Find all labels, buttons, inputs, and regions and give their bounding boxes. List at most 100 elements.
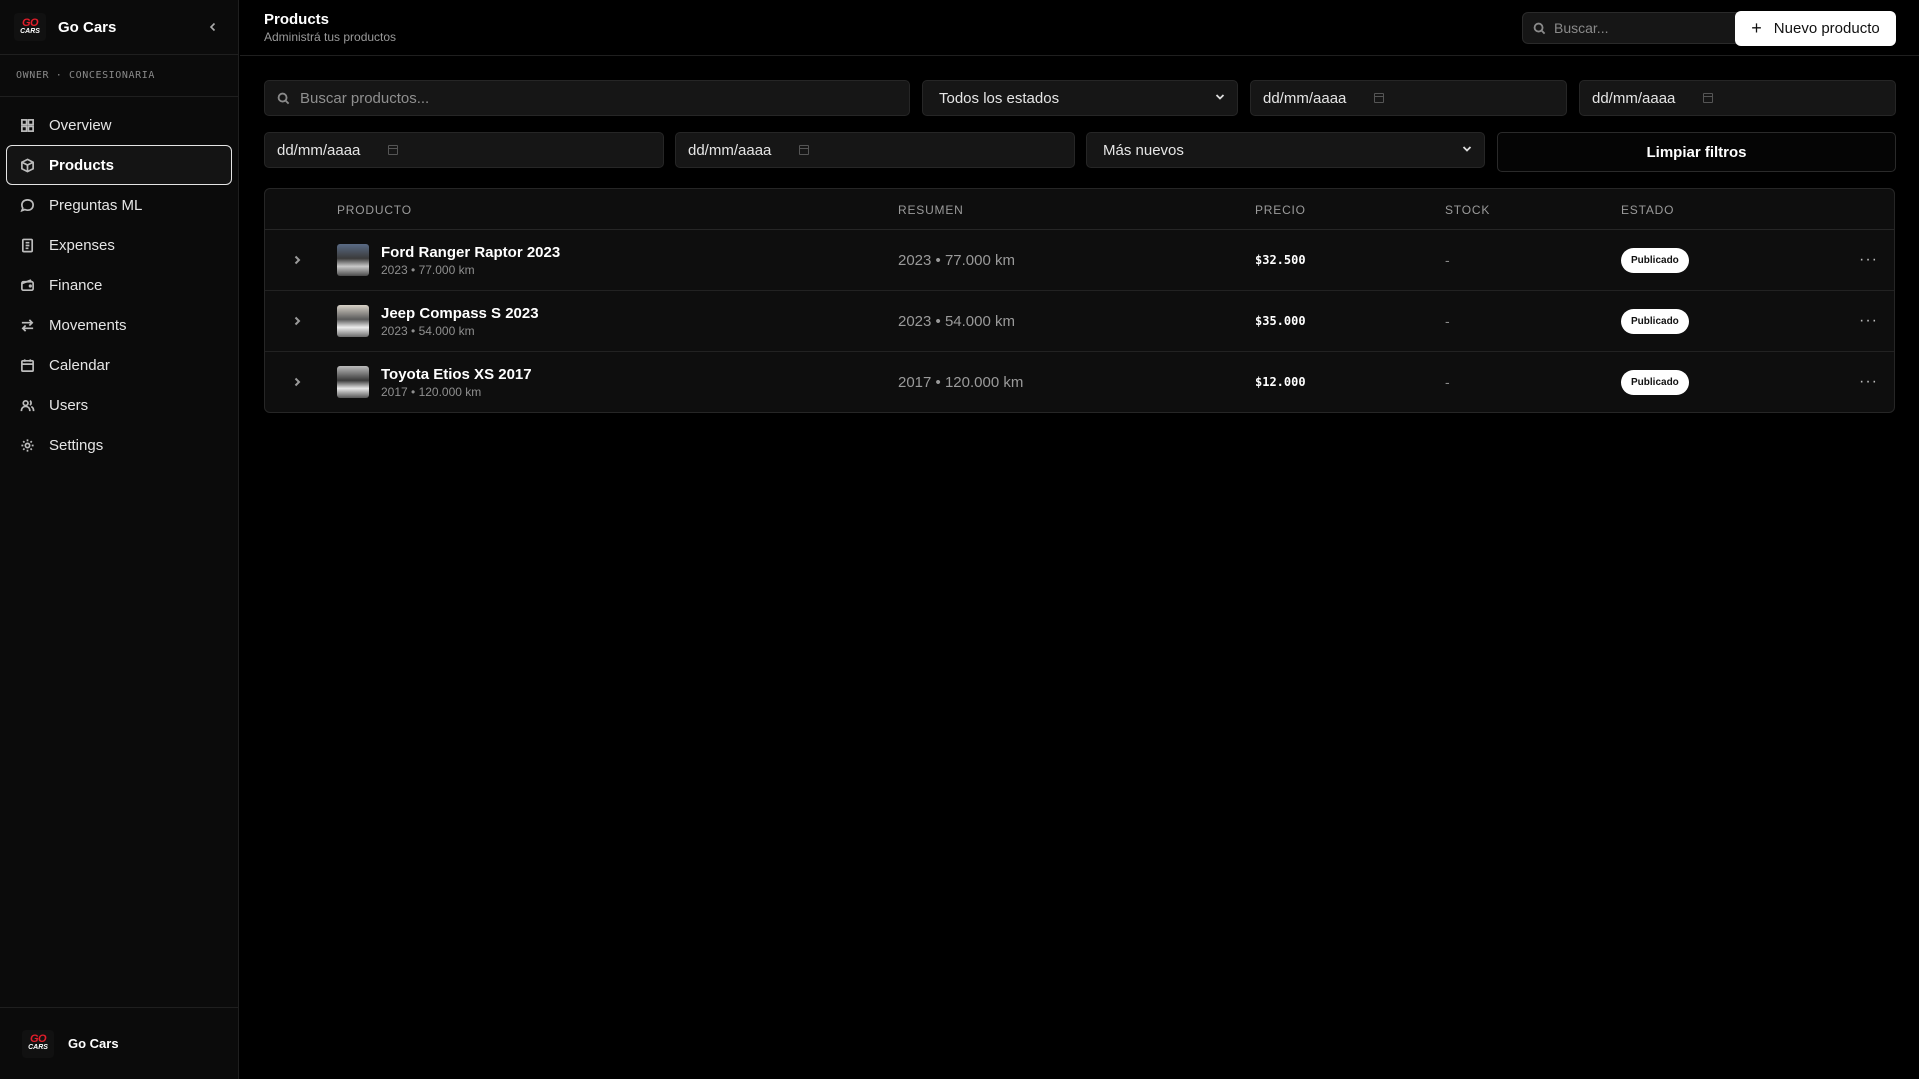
column-header-resumen[interactable]: RESUMEN: [898, 203, 964, 217]
product-meta: 2023 • 54.000 km: [381, 324, 475, 338]
products-table: PRODUCTO RESUMEN PRECIO STOCK ESTADO For…: [264, 188, 1895, 413]
product-stock: -: [1445, 374, 1450, 390]
product-meta: 2017 • 120.000 km: [381, 385, 482, 399]
more-actions-icon[interactable]: ···: [1859, 312, 1878, 330]
status-select[interactable]: Todos los estados: [922, 80, 1238, 116]
page-title: Products: [264, 11, 330, 28]
date-to-2-input[interactable]: dd/mm/aaaa: [675, 132, 1075, 168]
date-to-2-value: dd/mm/aaaa: [688, 141, 772, 159]
product-thumbnail: [337, 244, 369, 276]
product-thumbnail: [337, 366, 369, 398]
chevron-right-icon: [294, 255, 301, 265]
brand: GO CARS Go Cars: [0, 0, 238, 55]
sort-select[interactable]: Más nuevos: [1086, 132, 1485, 168]
sidebar-item-movements[interactable]: Movements: [6, 305, 232, 345]
date-from-2-input[interactable]: dd/mm/aaaa: [264, 132, 664, 168]
search-icon: [277, 92, 290, 104]
expand-row-button[interactable]: [287, 372, 307, 392]
plus-icon: +: [1751, 18, 1762, 38]
collapse-sidebar-button[interactable]: [202, 16, 224, 38]
status-badge: Publicado: [1621, 309, 1689, 334]
sort-select-value: Más nuevos: [1103, 141, 1184, 159]
calendar-icon: [19, 357, 35, 373]
sidebar-item-users[interactable]: Users: [6, 385, 232, 425]
date-from-value: dd/mm/aaaa: [1263, 89, 1347, 107]
product-stock: -: [1445, 252, 1450, 268]
sidebar-item-finance[interactable]: Finance: [6, 265, 232, 305]
chat-icon: [19, 197, 35, 213]
receipt-icon: [19, 237, 35, 253]
logo-text-bottom: CARS: [20, 27, 40, 35]
product-name[interactable]: Jeep Compass S 2023: [381, 305, 539, 322]
product-summary: 2023 • 77.000 km: [898, 252, 1015, 269]
table-row[interactable]: Jeep Compass S 2023 2023 • 54.000 km 202…: [265, 291, 1894, 352]
date-to-input[interactable]: dd/mm/aaaa: [1579, 80, 1896, 116]
footer-brand-name: Go Cars: [68, 1036, 119, 1051]
calendar-icon[interactable]: [1703, 93, 1714, 103]
sidebar-item-preguntas-ml[interactable]: Preguntas ML: [6, 185, 232, 225]
product-search-input[interactable]: Buscar productos...: [264, 80, 910, 116]
column-header-estado[interactable]: ESTADO: [1621, 203, 1674, 217]
sidebar-item-products[interactable]: Products: [6, 145, 232, 185]
sidebar-footer[interactable]: GO CARS Go Cars: [0, 1007, 239, 1079]
global-search-placeholder: Buscar...: [1554, 20, 1609, 36]
topbar: Products Administrá tus productos Buscar…: [240, 0, 1919, 56]
date-from-2-value: dd/mm/aaaa: [277, 141, 361, 159]
sidebar-nav: Overview Products Preguntas ML Expenses …: [0, 97, 238, 473]
new-product-button[interactable]: + Nuevo producto: [1735, 11, 1896, 46]
sidebar-item-label: Settings: [49, 436, 104, 454]
product-thumbnail: [337, 305, 369, 337]
column-header-precio[interactable]: PRECIO: [1255, 203, 1306, 217]
product-price: $12.000: [1255, 375, 1306, 389]
package-icon: [19, 157, 35, 173]
status-badge: Publicado: [1621, 248, 1689, 273]
sidebar-item-label: Users: [49, 396, 89, 414]
calendar-icon[interactable]: [799, 145, 810, 155]
users-icon: [19, 397, 35, 413]
chevron-right-icon: [294, 316, 301, 326]
product-search-placeholder: Buscar productos...: [300, 89, 430, 107]
page-heading: Products Administrá tus productos: [264, 11, 396, 44]
status-badge: Publicado: [1621, 370, 1689, 395]
arrows-icon: [19, 317, 35, 333]
product-price: $35.000: [1255, 314, 1306, 328]
table-row[interactable]: Toyota Etios XS 2017 2017 • 120.000 km 2…: [265, 352, 1894, 412]
product-meta: 2023 • 77.000 km: [381, 263, 475, 277]
sidebar-item-label: Overview: [49, 116, 112, 134]
clear-filters-label: Limpiar filtros: [1646, 143, 1747, 161]
expand-row-button[interactable]: [287, 311, 307, 331]
product-name[interactable]: Ford Ranger Raptor 2023: [381, 244, 560, 261]
sidebar-item-label: Products: [49, 156, 115, 174]
column-header-stock[interactable]: STOCK: [1445, 203, 1490, 217]
sidebar-item-label: Movements: [49, 316, 127, 334]
clear-filters-button[interactable]: Limpiar filtros: [1497, 132, 1896, 172]
product-summary: 2017 • 120.000 km: [898, 374, 1024, 391]
calendar-icon[interactable]: [388, 145, 399, 155]
chevron-right-icon: [294, 377, 301, 387]
chevron-down-icon: [1462, 143, 1472, 157]
chevron-left-icon: [209, 22, 216, 32]
sidebar-item-expenses[interactable]: Expenses: [6, 225, 232, 265]
sidebar-item-label: Preguntas ML: [49, 196, 143, 214]
more-actions-icon[interactable]: ···: [1859, 373, 1878, 391]
sidebar: GO CARS Go Cars OWNER · CONCESIONARIA Ov…: [0, 0, 239, 1079]
brand-name: Go Cars: [58, 18, 117, 36]
sidebar-item-calendar[interactable]: Calendar: [6, 345, 232, 385]
sidebar-item-overview[interactable]: Overview: [6, 105, 232, 145]
date-to-value: dd/mm/aaaa: [1592, 89, 1676, 107]
calendar-icon[interactable]: [1374, 93, 1385, 103]
gear-icon: [19, 437, 35, 453]
more-actions-icon[interactable]: ···: [1859, 251, 1878, 269]
new-product-label: Nuevo producto: [1773, 20, 1880, 37]
product-name[interactable]: Toyota Etios XS 2017: [381, 366, 532, 383]
column-header-producto[interactable]: PRODUCTO: [337, 203, 412, 217]
expand-row-button[interactable]: [287, 250, 307, 270]
chevron-down-icon: [1215, 91, 1225, 105]
date-from-input[interactable]: dd/mm/aaaa: [1250, 80, 1567, 116]
table-row[interactable]: Ford Ranger Raptor 2023 2023 • 77.000 km…: [265, 230, 1894, 291]
logo-text-bottom: CARS: [28, 1044, 48, 1052]
page-subtitle: Administrá tus productos: [264, 30, 397, 44]
user-role: OWNER · CONCESIONARIA: [0, 55, 238, 97]
sidebar-item-settings[interactable]: Settings: [6, 425, 232, 465]
global-search-input[interactable]: Buscar...: [1522, 12, 1746, 44]
